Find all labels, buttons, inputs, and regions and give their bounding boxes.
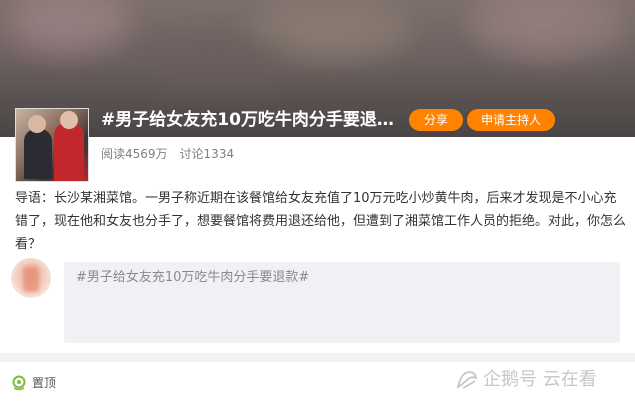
watermark: 企鹅号 云在看 <box>455 366 625 394</box>
thumbnail-person <box>54 123 84 181</box>
apply-host-button[interactable]: 申请主持人 <box>467 109 555 131</box>
read-count: 阅读4569万 <box>101 147 168 161</box>
avatar-blur <box>23 266 39 292</box>
banner-blur <box>150 40 290 90</box>
thumbnail-head <box>28 115 46 133</box>
topic-thumbnail[interactable] <box>15 108 89 182</box>
comment-input[interactable]: #男子给女友充10万吃牛肉分手要退款# <box>64 262 620 343</box>
share-button[interactable]: 分享 <box>409 109 463 131</box>
banner-blur <box>10 0 130 50</box>
banner-blur <box>470 0 630 60</box>
topic-stats: 阅读4569万 讨论1334 <box>101 145 234 162</box>
avatar[interactable] <box>11 258 51 298</box>
discussion-count: 讨论1334 <box>179 147 235 161</box>
pin-label[interactable]: 置顶 <box>32 374 56 391</box>
topic-title[interactable]: #男子给女友充10万吃牛肉分手要退款# <box>101 108 396 132</box>
watermark-text: 企鹅号 云在看 <box>483 369 597 390</box>
topic-intro: 导语：长沙某湘菜馆。一男子称近期在该餐馆给女友充值了10万元吃小炒黄牛肉，后来才… <box>15 191 627 252</box>
thumbnail-head <box>60 111 78 129</box>
penguin-logo-icon <box>456 371 478 389</box>
pin-icon[interactable] <box>11 375 27 391</box>
thumbnail-person <box>24 129 52 179</box>
